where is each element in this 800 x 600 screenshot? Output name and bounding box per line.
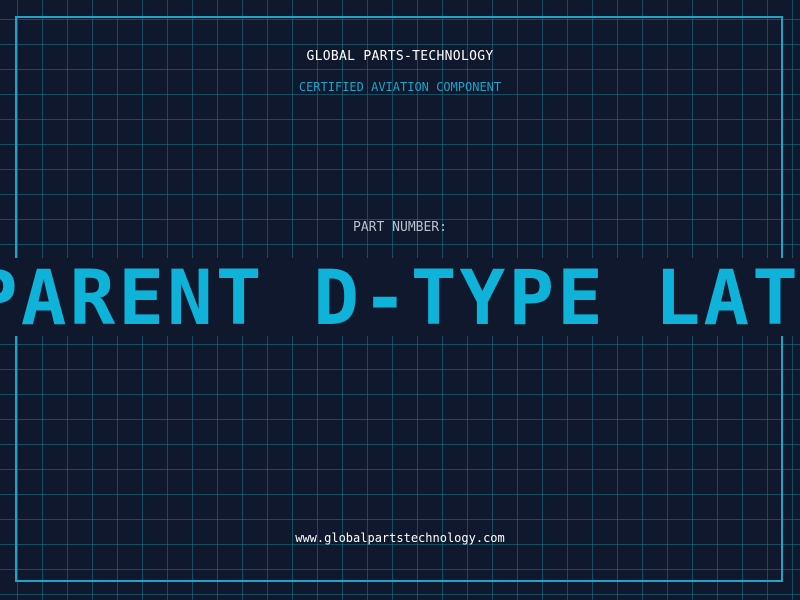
- certification-subtitle: CERTIFIED AVIATION COMPONENT: [298, 80, 502, 94]
- company-name: GLOBAL PARTS-TECHNOLOGY: [306, 49, 494, 64]
- part-number-label: PART NUMBER:: [353, 220, 447, 235]
- part-number-value: PARENT D-TYPE LATC: [0, 258, 800, 336]
- part-number-band: PARENT D-TYPE LATC: [0, 258, 800, 336]
- website-url: www.globalpartstechnology.com: [295, 531, 505, 545]
